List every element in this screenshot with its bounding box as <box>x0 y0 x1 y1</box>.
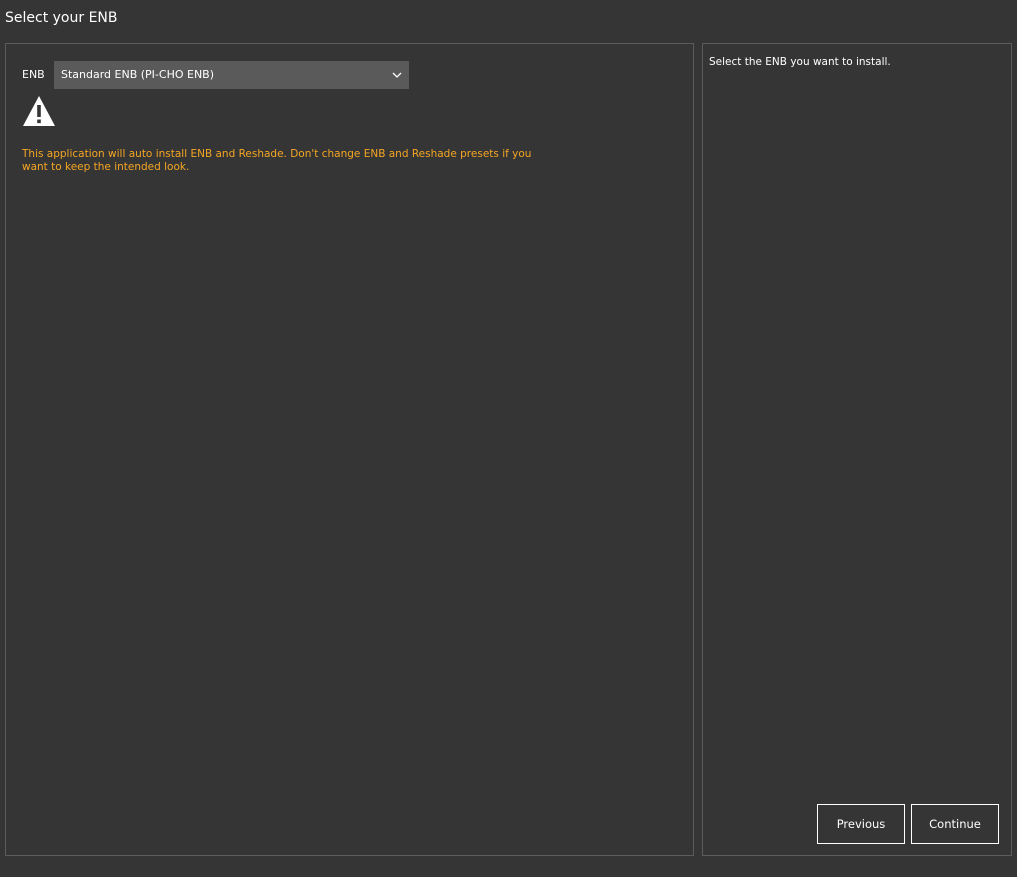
enb-selection-panel: ENB Standard ENB (PI-CHO ENB) This appli… <box>5 43 694 856</box>
continue-button[interactable]: Continue <box>911 804 999 844</box>
chevron-down-icon <box>392 72 402 78</box>
help-panel: Select the ENB you want to install. Prev… <box>702 43 1012 856</box>
previous-button[interactable]: Previous <box>817 804 905 844</box>
help-text: Select the ENB you want to install. <box>709 56 891 68</box>
enb-dropdown-value: Standard ENB (PI-CHO ENB) <box>61 68 215 81</box>
enb-label: ENB <box>22 68 45 81</box>
installer-window: Select your ENB ENB Standard ENB (PI-CHO… <box>0 0 1017 877</box>
page-title: Select your ENB <box>5 10 118 26</box>
warning-triangle-icon <box>23 96 55 126</box>
warning-message: This application will auto install ENB a… <box>22 148 532 173</box>
enb-dropdown[interactable]: Standard ENB (PI-CHO ENB) <box>54 61 409 89</box>
